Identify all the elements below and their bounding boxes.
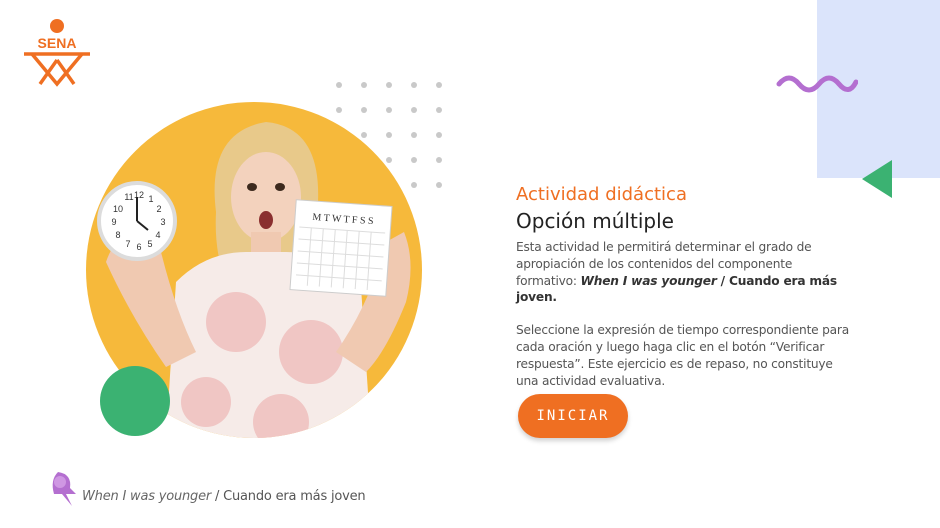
activity-description: Actividad didáctica Opción múltiple Esta… [516, 183, 856, 389]
svg-text:9: 9 [111, 217, 116, 227]
svg-text:11: 11 [124, 192, 133, 202]
svg-text:10: 10 [113, 204, 123, 214]
svg-text:6: 6 [136, 242, 141, 252]
svg-text:5: 5 [147, 239, 152, 249]
svg-text:3: 3 [160, 217, 165, 227]
activity-title: Opción múltiple [516, 209, 674, 233]
svg-text:7: 7 [125, 239, 130, 249]
wave-decoration-icon [776, 75, 858, 93]
svg-text:12: 12 [134, 190, 144, 200]
start-button[interactable]: INICIAR [518, 394, 628, 438]
footer-topic-en: When I was younger [82, 489, 212, 504]
calendar-icon: M T W T F S S [289, 199, 393, 297]
instructions-paragraph: Seleccione la expresión de tiempo corres… [516, 323, 850, 388]
svg-text:8: 8 [115, 230, 120, 240]
clock-icon: 11 12 1 10 2 9 3 8 4 7 6 5 [97, 181, 177, 261]
footer-topic: When I was younger / Cuando era más jove… [48, 468, 366, 508]
svg-text:1: 1 [148, 194, 153, 204]
decor-green-circle [100, 366, 170, 436]
svg-text:4: 4 [155, 230, 160, 240]
svg-text:SENA: SENA [38, 35, 77, 51]
footer-topic-es: / Cuando era más joven [211, 489, 366, 504]
footer-text: When I was younger / Cuando era más jove… [82, 489, 366, 508]
sena-logo: SENA [24, 19, 90, 87]
activity-kicker: Actividad didáctica [516, 184, 687, 205]
pin-icon [52, 472, 76, 506]
triangle-decoration-icon [862, 160, 892, 198]
intro-paragraph: Esta actividad le permitirá determinar e… [516, 239, 856, 306]
svg-text:2: 2 [156, 204, 161, 214]
intro-topic-en: When I was younger [580, 273, 717, 288]
